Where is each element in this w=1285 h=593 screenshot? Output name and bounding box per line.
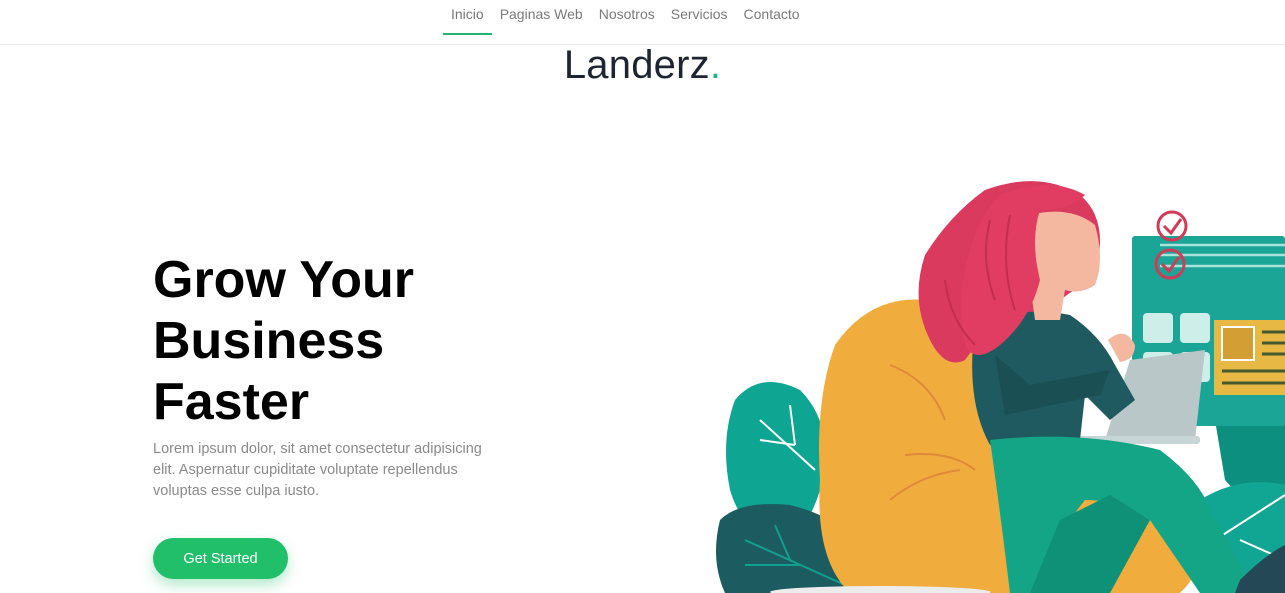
nav-list: Inicio Paginas Web Nosotros Servicios Co…: [443, 0, 808, 45]
hero-title-line-1: Grow Your: [153, 251, 414, 309]
nav-item-paginas-web[interactable]: Paginas Web: [492, 0, 591, 35]
hero-title-line-2: Business: [153, 312, 385, 370]
hero-title: Grow Your Business Faster: [153, 250, 533, 433]
woman-with-laptop-illustration: [716, 181, 1285, 593]
top-navigation: Inicio Paginas Web Nosotros Servicios Co…: [0, 0, 1285, 45]
nav-item-contacto[interactable]: Contacto: [736, 0, 808, 35]
hero-description: Lorem ipsum dolor, sit amet consectetur …: [153, 441, 482, 499]
nav-item-servicios[interactable]: Servicios: [663, 0, 736, 35]
nav-item-inicio[interactable]: Inicio: [443, 0, 492, 35]
brand-name: Landerz: [563, 43, 710, 87]
nav-item-nosotros[interactable]: Nosotros: [591, 0, 663, 35]
get-started-button[interactable]: Get Started: [153, 538, 288, 579]
hero-title-line-3: Faster: [153, 373, 310, 431]
brand-dot: .: [709, 43, 722, 87]
brand-logo[interactable]: Landerz.: [0, 43, 1285, 88]
